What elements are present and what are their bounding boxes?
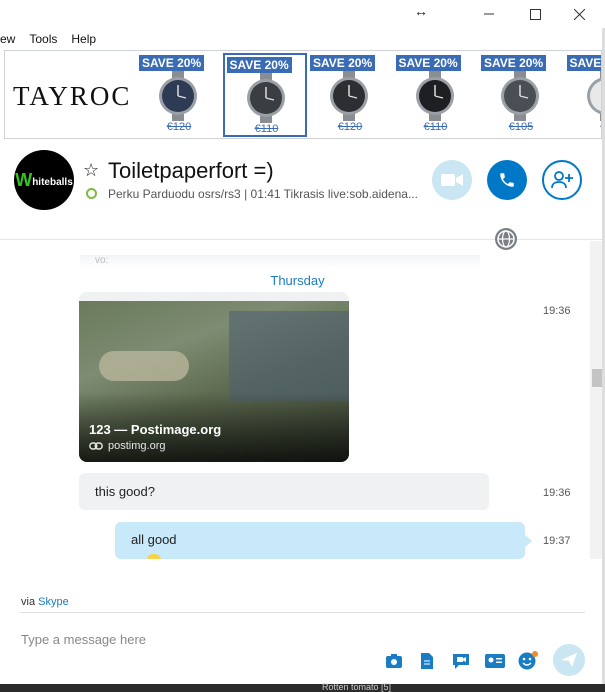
message-time: 19:37 [543,535,571,547]
outgoing-message-text: all good [131,532,177,547]
video-camera-icon [441,174,463,186]
ad-brand-logo[interactable]: TAYROC [13,81,131,112]
minimize-button[interactable] [466,0,512,28]
audio-call-button[interactable] [487,160,527,200]
taskbar: Rotten tomato [5] [0,682,605,692]
watch-icon [415,71,454,121]
avatar-text: hiteballs [32,177,73,188]
ad-price: €120 [166,121,192,133]
ad-discount-badge: SAVE 20% [310,55,376,71]
ad-product[interactable]: SAVE €1 [565,53,601,137]
outgoing-message[interactable]: all good [115,522,532,559]
contact-card-icon [485,654,505,668]
avatar-initial: W [15,169,33,190]
ad-discount-badge: SAVE 20% [139,55,205,71]
via-skype-link[interactable]: Skype [38,596,69,608]
ad-product[interactable]: SAVE 20% €105 [479,53,563,137]
ad-price: €105 [508,121,534,133]
video-message-button[interactable] [450,650,472,672]
online-status-icon [86,188,97,199]
ad-product[interactable]: SAVE 20% €120 [308,53,392,137]
avatar[interactable]: Whiteballs [14,150,74,210]
ad-price: €110 [423,121,448,133]
preview-image-detail [99,351,189,381]
watch-icon [501,71,539,121]
ad-product[interactable]: SAVE 20% €110 [222,53,307,137]
add-user-icon [551,171,573,189]
via-line: via Skype [21,596,69,608]
menu-tools[interactable]: Tools [29,32,57,46]
ad-discount-badge: SAVE 20% [226,57,292,73]
resize-cursor-icon: ↔ [414,3,428,19]
send-button[interactable] [553,644,585,676]
ad-discount-badge: SAVE 20% [481,55,547,71]
add-people-button[interactable] [542,160,582,200]
watch-icon [330,71,368,121]
chat-header: Whiteballs ☆ Toiletpaperfort =) Perku Pa… [0,140,605,250]
minimize-icon [484,13,494,15]
favorite-star-icon[interactable]: ☆ [83,160,99,181]
media-icon [386,654,402,668]
smiley-icon [518,651,538,670]
close-icon [573,8,585,20]
ad-price: €120 [337,121,363,133]
taskbar-item[interactable]: Rotten tomato [5] [322,682,391,692]
ad-discount-badge: SAVE 20% [395,55,461,71]
emoticon-button[interactable] [517,650,539,672]
ad-banner[interactable]: TAYROC SAVE 20% €120 SAVE 20% €110 SAVE 20% €… [4,50,602,139]
ad-discount-badge: SAVE [566,55,601,71]
ad-price: €110 [254,123,279,135]
send-contact-button[interactable] [484,650,506,672]
link-icon [89,442,103,450]
menu-view[interactable]: ew [0,32,15,46]
ad-price: €1 [565,121,601,133]
incoming-message[interactable]: this good? [79,473,489,510]
title-bar: ↔ [0,0,605,28]
video-call-button[interactable] [432,160,472,200]
menu-bar: ew Tools Help [0,28,605,50]
faded-previous-message: vo: [80,255,480,269]
menu-help[interactable]: Help [71,32,96,46]
phone-icon [500,173,514,187]
globe-icon[interactable] [495,228,517,250]
watch-icon [246,73,285,123]
message-list[interactable]: vo: Thursday 123 — Postimage.org postimg… [0,241,590,559]
watch-icon [159,71,197,121]
link-preview-site: postimg.org [89,440,165,452]
link-preview-image[interactable] [79,301,349,462]
preview-image-panel [229,311,349,401]
maximize-icon [529,8,541,20]
close-button[interactable] [556,0,602,28]
ad-product[interactable]: SAVE 20% €110 [394,53,478,137]
link-preview-card[interactable]: 123 — Postimage.org postimg.org [79,292,349,462]
message-time: 19:36 [543,305,571,317]
chat-title: Toiletpaperfort =) [108,158,274,183]
incoming-message-text: this good? [95,484,155,499]
divider [20,612,585,613]
emoji-icon [147,554,161,559]
mood-message: Perku Parduodu osrs/rs3 | 01:41 Tikrasis… [108,187,418,201]
day-separator: Thursday [270,273,325,288]
video-message-icon [453,654,469,669]
composer-toolbar [0,650,605,676]
ad-product[interactable]: SAVE 20% €120 [137,53,221,137]
send-arrow-icon [561,653,577,667]
send-file-button[interactable] [416,650,438,672]
message-time: 19:36 [543,487,571,499]
watch-icon [586,71,601,121]
via-prefix: via [21,596,36,608]
maximize-button[interactable] [512,0,558,28]
send-media-button[interactable] [383,650,405,672]
file-icon [421,653,433,669]
link-preview-site-label: postimg.org [108,440,166,452]
link-preview-title: 123 — Postimage.org [89,422,222,437]
message-input[interactable]: Type a message here [21,632,146,647]
